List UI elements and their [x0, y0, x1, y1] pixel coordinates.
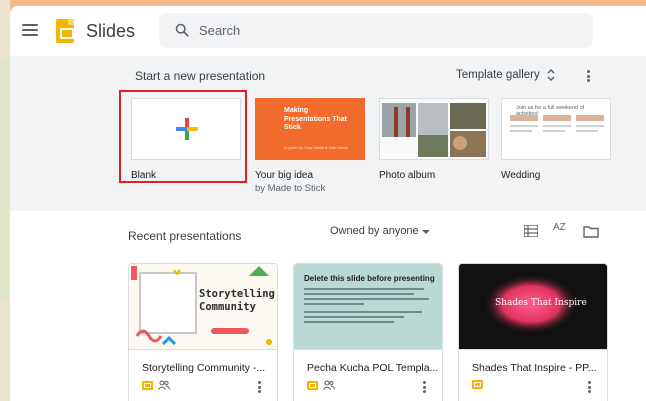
- doc-thumbnail[interactable]: Shades That Inspire: [459, 264, 607, 350]
- photo-collage-image: [380, 99, 488, 159]
- search-input[interactable]: [199, 13, 579, 48]
- thumbnail-title: Making Presentations That Stick: [284, 107, 348, 131]
- doc-card-storytelling[interactable]: Storytelling Community Storytelling Comm…: [128, 263, 278, 401]
- thumbnail-text-lines: [304, 288, 432, 326]
- doc-title[interactable]: Shades That Inspire - PP...: [472, 362, 597, 374]
- template-photo-album[interactable]: Photo album: [379, 98, 489, 181]
- slides-home: Slides Start a new presentation Template…: [10, 6, 646, 401]
- doc-title[interactable]: Storytelling Community -...: [142, 362, 265, 374]
- template-wedding[interactable]: Join us for a full weekend of activities…: [501, 98, 611, 181]
- search-icon[interactable]: [175, 23, 189, 37]
- shared-people-icon: [323, 380, 335, 390]
- template-your-big-idea[interactable]: Making Presentations That Stick A guide …: [255, 98, 365, 194]
- template-thumbnail[interactable]: Join us for a full weekend of activities…: [501, 98, 611, 160]
- app-name[interactable]: Slides: [86, 21, 135, 42]
- thumbnail-text: Storytelling Community: [199, 288, 275, 313]
- doc-meta-icons: [307, 380, 335, 390]
- template-author: by Made to Stick: [255, 183, 326, 194]
- template-thumbnail[interactable]: Making Presentations That Stick A guide …: [255, 98, 365, 160]
- slides-file-icon: [142, 380, 153, 390]
- doc-thumbnail[interactable]: Storytelling Community: [129, 264, 277, 350]
- unfold-icon[interactable]: [546, 67, 556, 83]
- wedding-schedule-graphic: [510, 115, 604, 132]
- decorative-left-band: [0, 0, 10, 401]
- owner-filter-dropdown[interactable]: Owned by anyone: [330, 225, 419, 237]
- recent-title: Recent presentations: [128, 229, 242, 243]
- template-gallery-button[interactable]: Template gallery: [456, 69, 540, 81]
- slides-file-icon: [472, 380, 483, 389]
- doc-card-pecha-kucha[interactable]: Delete this slide before presenting Pech…: [293, 263, 443, 401]
- doc-title[interactable]: Pecha Kucha POL Templa...: [307, 362, 438, 374]
- list-view-icon[interactable]: [524, 225, 538, 237]
- template-label: Photo album: [379, 170, 436, 181]
- new-presentation-section: Start a new presentation Template galler…: [10, 56, 646, 211]
- doc-meta-icons: [142, 380, 170, 390]
- more-vert-icon[interactable]: [255, 381, 263, 393]
- sort-az-icon[interactable]: AZ: [553, 222, 569, 238]
- dropdown-arrow-icon[interactable]: [422, 230, 430, 234]
- template-thumbnail[interactable]: [379, 98, 489, 160]
- thumbnail-text: Shades That Inspire: [495, 298, 587, 308]
- search-bar[interactable]: [159, 13, 593, 48]
- doc-card-shades[interactable]: Shades That Inspire Shades That Inspire …: [458, 263, 608, 401]
- doc-meta-icons: [472, 380, 483, 389]
- doc-thumbnail[interactable]: Delete this slide before presenting: [294, 264, 442, 350]
- main-menu-icon[interactable]: [22, 24, 38, 36]
- shared-people-icon: [158, 380, 170, 390]
- app-header: Slides: [10, 6, 646, 56]
- template-label: Your big idea: [255, 170, 314, 181]
- more-vert-icon[interactable]: [584, 70, 592, 82]
- thumbnail-text: Delete this slide before presenting: [304, 274, 435, 283]
- thumbnail-subtitle: A guide by Chip Heath & Dan Heath: [284, 145, 348, 150]
- highlight-box: [119, 90, 247, 183]
- thumbnail-button-shape: [211, 328, 249, 334]
- section-title: Start a new presentation: [135, 69, 266, 83]
- more-vert-icon[interactable]: [585, 381, 593, 393]
- slides-logo-icon[interactable]: [56, 19, 74, 43]
- slides-file-icon: [307, 380, 318, 390]
- template-label: Wedding: [501, 170, 541, 181]
- folder-icon[interactable]: [583, 225, 599, 238]
- more-vert-icon[interactable]: [420, 381, 428, 393]
